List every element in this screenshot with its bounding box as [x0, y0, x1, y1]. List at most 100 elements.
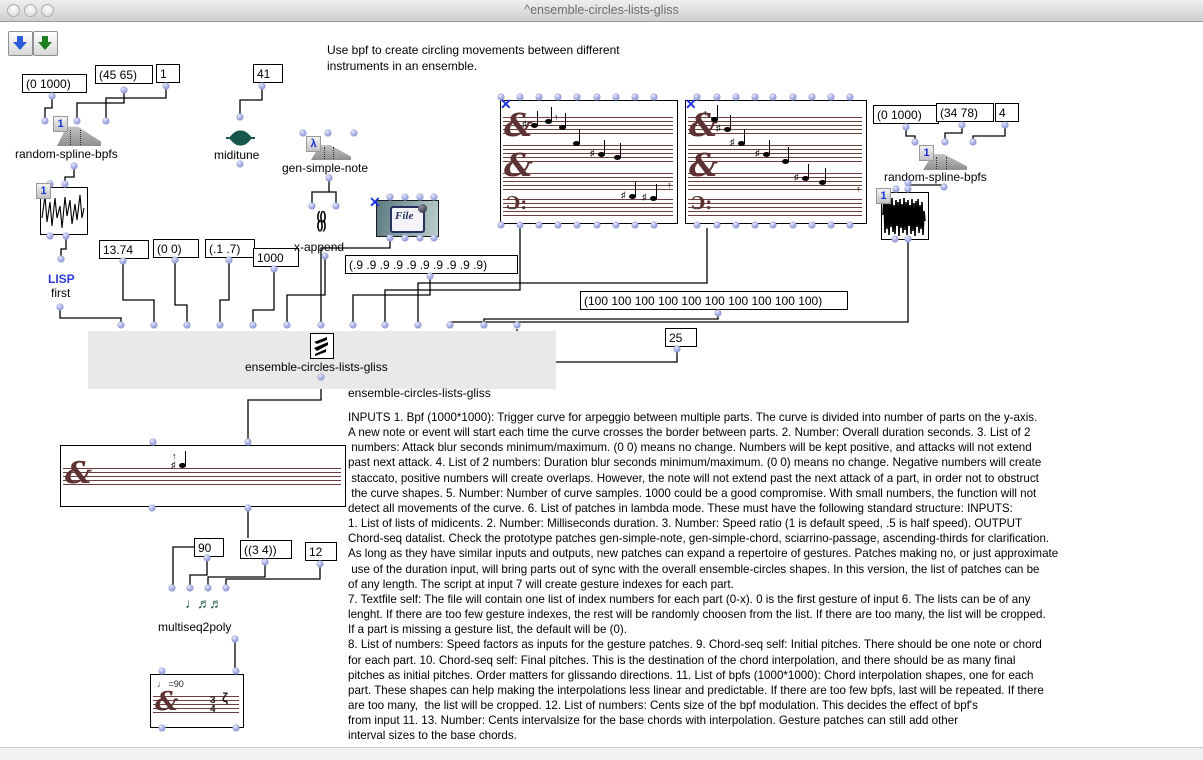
- port-dot[interactable]: [809, 222, 816, 229]
- port-dot[interactable]: [121, 87, 128, 94]
- title-bar[interactable]: ^ensemble-circles-lists-gliss: [0, 0, 1203, 22]
- export-button[interactable]: [33, 31, 58, 56]
- port-dot[interactable]: [309, 203, 316, 210]
- port-dot[interactable]: [415, 322, 422, 329]
- port-dot[interactable]: [770, 222, 777, 229]
- port-dot[interactable]: [715, 310, 722, 317]
- poly-output[interactable]: ♩ =90 & 3 4 ζ: [150, 674, 244, 728]
- port-dot[interactable]: [498, 222, 505, 229]
- x-append-icon[interactable]: (() ()): [306, 212, 336, 230]
- port-dot[interactable]: [905, 236, 912, 243]
- textfile-box[interactable]: File: [376, 200, 439, 237]
- port-dot[interactable]: [103, 118, 110, 125]
- port-dot[interactable]: [271, 266, 278, 273]
- port-dot[interactable]: [163, 83, 170, 90]
- port-dot[interactable]: [714, 94, 721, 101]
- port-dot[interactable]: [118, 322, 125, 329]
- value-box-interval-size[interactable]: 25: [665, 328, 697, 347]
- horizontal-scrollbar[interactable]: [0, 747, 1203, 760]
- chord-seq-output[interactable]: & ♯ ↑: [60, 445, 346, 507]
- port-dot[interactable]: [517, 94, 524, 101]
- port-dot[interactable]: [847, 222, 854, 229]
- port-dot[interactable]: [62, 181, 69, 188]
- port-dot[interactable]: [151, 322, 158, 329]
- port-dot[interactable]: [555, 222, 562, 229]
- port-dot[interactable]: [613, 94, 620, 101]
- port-dot[interactable]: [517, 222, 524, 229]
- port-dot[interactable]: [555, 94, 562, 101]
- port-dot[interactable]: [237, 114, 244, 121]
- port-dot[interactable]: [714, 222, 721, 229]
- port-dot[interactable]: [57, 304, 64, 311]
- port-dot[interactable]: [262, 559, 269, 566]
- port-dot[interactable]: [169, 585, 176, 592]
- multiseq2poly-label[interactable]: multiseq2poly: [158, 620, 231, 634]
- lock-x-mark[interactable]: ✕: [685, 98, 697, 110]
- port-dot[interactable]: [431, 194, 438, 201]
- port-dot[interactable]: [49, 93, 56, 100]
- value-box-num-curves-right[interactable]: 4: [995, 103, 1019, 122]
- port-dot[interactable]: [184, 322, 191, 329]
- port-dot[interactable]: [632, 94, 639, 101]
- port-dot[interactable]: [942, 139, 949, 146]
- port-dot[interactable]: [58, 256, 65, 263]
- value-box-approx[interactable]: 12: [305, 542, 337, 561]
- port-dot[interactable]: [632, 222, 639, 229]
- port-dot[interactable]: [187, 585, 194, 592]
- port-dot[interactable]: [427, 273, 434, 280]
- lisp-first-label[interactable]: first: [51, 286, 70, 300]
- port-dot[interactable]: [250, 322, 257, 329]
- port-dot[interactable]: [402, 194, 409, 201]
- value-box-bpf-range-right[interactable]: (0 1000): [873, 105, 939, 124]
- port-dot[interactable]: [828, 222, 835, 229]
- port-dot[interactable]: [733, 222, 740, 229]
- port-dot[interactable]: [674, 346, 681, 353]
- port-dot[interactable]: [790, 94, 797, 101]
- port-dot[interactable]: [233, 668, 240, 675]
- random-spline-bpfs-label[interactable]: random-spline-bpfs: [15, 147, 118, 161]
- port-dot[interactable]: [594, 222, 601, 229]
- random-spline-bpfs-label[interactable]: random-spline-bpfs: [884, 170, 987, 184]
- port-dot[interactable]: [232, 636, 239, 643]
- port-dot[interactable]: [941, 184, 948, 191]
- value-box-speed-factors[interactable]: (.9 .9 .9 .9 .9 .9 .9 .9 .9 .9): [345, 255, 518, 274]
- port-dot[interactable]: [159, 668, 166, 675]
- port-dot[interactable]: [536, 222, 543, 229]
- port-dot[interactable]: [574, 94, 581, 101]
- port-dot[interactable]: [326, 175, 333, 182]
- value-box-midi-range-left[interactable]: (45 65): [95, 65, 153, 84]
- port-dot[interactable]: [318, 322, 325, 329]
- port-dot[interactable]: [63, 233, 70, 240]
- port-dot[interactable]: [892, 236, 899, 243]
- port-dot[interactable]: [318, 374, 325, 381]
- x-append-label[interactable]: x-append: [294, 240, 344, 254]
- port-dot[interactable]: [594, 94, 601, 101]
- port-dot[interactable]: [893, 186, 900, 193]
- port-dot[interactable]: [431, 235, 438, 242]
- port-dot[interactable]: [322, 253, 329, 260]
- port-dot[interactable]: [217, 322, 224, 329]
- port-dot[interactable]: [245, 505, 252, 512]
- port-dot[interactable]: [205, 585, 212, 592]
- lock-x-mark[interactable]: ✕: [369, 196, 381, 208]
- port-dot[interactable]: [149, 505, 156, 512]
- port-dot[interactable]: [259, 83, 266, 90]
- multiseq2poly-icon[interactable]: ♩♬♬: [185, 595, 221, 611]
- value-box-attack-blur[interactable]: (0 0): [153, 239, 199, 258]
- port-dot[interactable]: [226, 257, 233, 264]
- port-dot[interactable]: [903, 124, 910, 131]
- port-dot[interactable]: [514, 322, 521, 329]
- port-dot[interactable]: [245, 439, 252, 446]
- import-button[interactable]: [8, 31, 33, 56]
- port-dot[interactable]: [74, 118, 81, 125]
- value-box-duration[interactable]: 13.74: [99, 240, 149, 259]
- port-dot[interactable]: [536, 94, 543, 101]
- port-dot[interactable]: [71, 163, 78, 170]
- port-dot[interactable]: [770, 94, 777, 101]
- port-dot[interactable]: [447, 322, 454, 329]
- port-dot[interactable]: [351, 130, 358, 137]
- value-box-cents-sizes[interactable]: (100 100 100 100 100 100 100 100 100 100…: [580, 291, 848, 310]
- port-dot[interactable]: [172, 257, 179, 264]
- port-dot[interactable]: [223, 585, 230, 592]
- lock-x-mark[interactable]: ✕: [500, 98, 512, 110]
